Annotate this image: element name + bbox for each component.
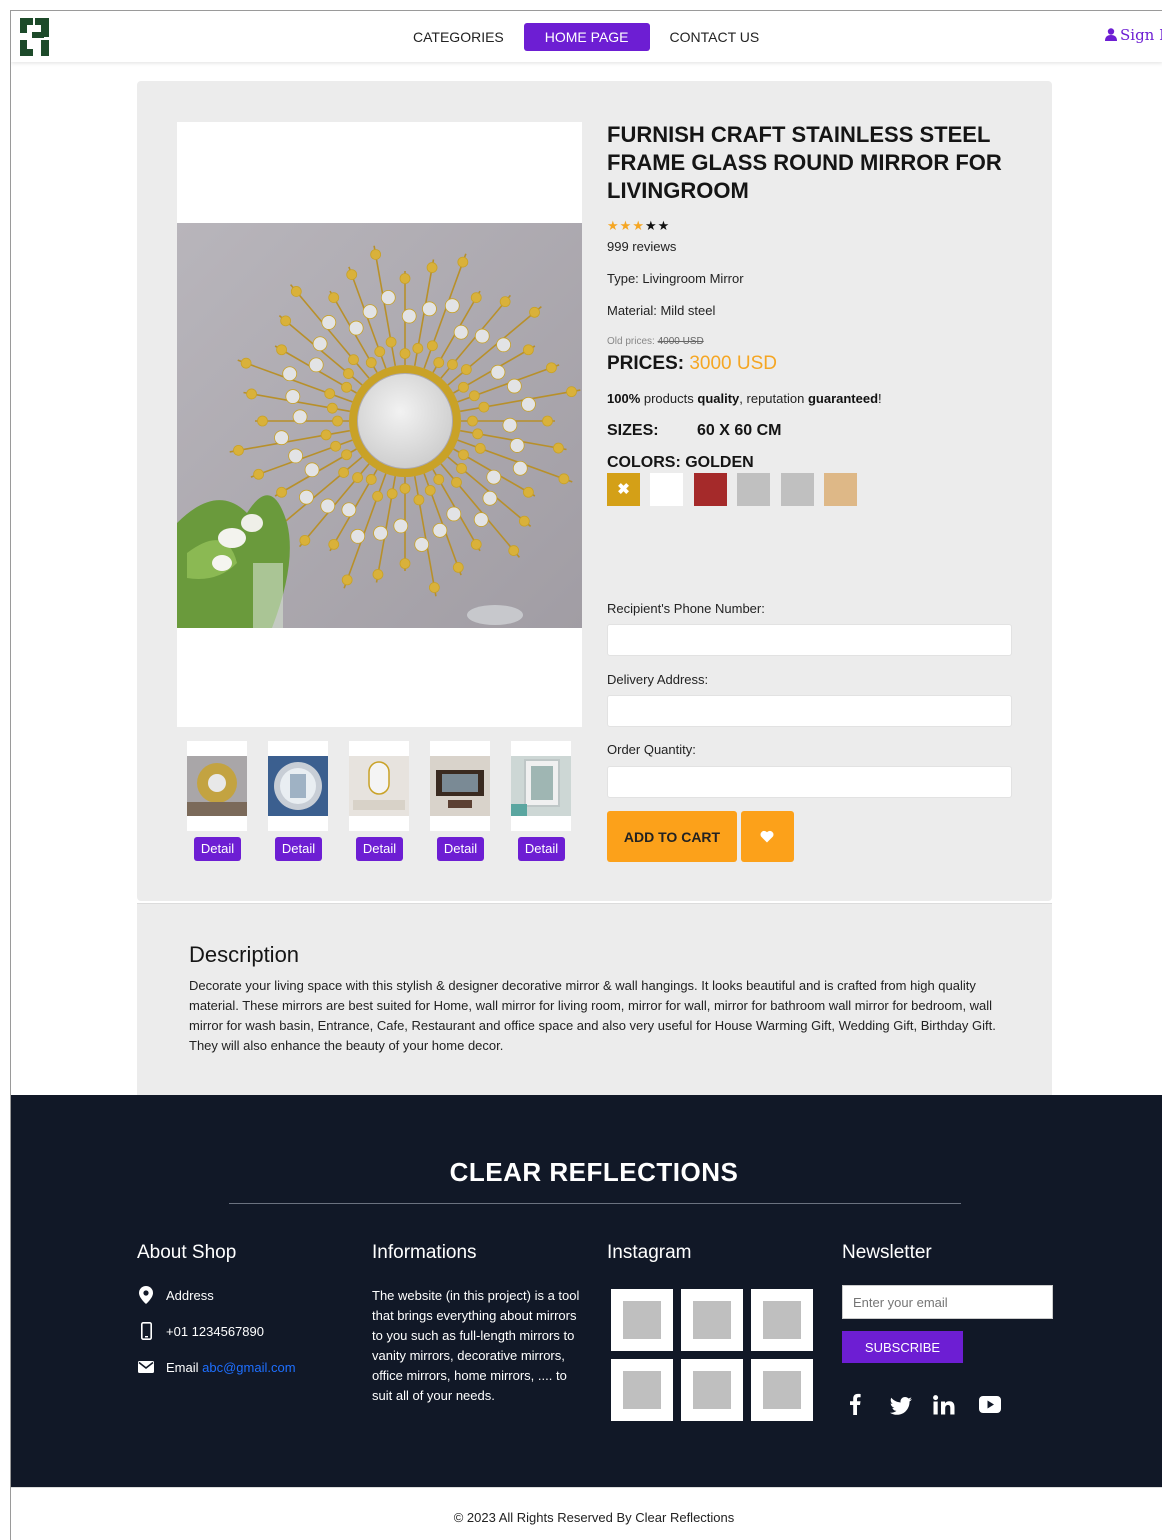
add-to-cart-button[interactable]: ADD TO CART xyxy=(607,811,737,862)
address-input[interactable] xyxy=(607,695,1012,727)
color-swatch-3[interactable] xyxy=(694,473,727,506)
newsletter-heading: Newsletter xyxy=(842,1242,932,1263)
nav-categories[interactable]: CATEGORIES xyxy=(403,23,514,51)
color-swatch-5[interactable] xyxy=(781,473,814,506)
page-frame: CATEGORIES HOME PAGE CONTACT US Sign In xyxy=(10,10,1162,1540)
price-label: PRICES: xyxy=(607,353,685,374)
product-type: Type: Livingroom Mirror xyxy=(607,271,744,286)
heart-icon xyxy=(760,830,774,843)
user-icon xyxy=(1105,28,1117,41)
main-nav: CATEGORIES HOME PAGE CONTACT US xyxy=(403,23,769,51)
instagram-photo[interactable] xyxy=(751,1359,813,1421)
price-value: 3000 USD xyxy=(689,353,778,374)
linkedin-icon[interactable] xyxy=(933,1395,957,1415)
phone-text: +01 1234567890 xyxy=(166,1324,264,1339)
thumbnail-2[interactable] xyxy=(268,741,328,831)
color-swatch-1[interactable]: ✖ xyxy=(607,473,640,506)
old-price: Old prices: 4000 USD xyxy=(607,336,704,347)
description-heading: Description xyxy=(189,942,300,967)
star-icon: ★ xyxy=(657,218,671,233)
star-icon: ★ xyxy=(632,218,645,233)
email-link[interactable]: abc@gmail.com xyxy=(202,1360,295,1375)
quality-guaranteed: guaranteed xyxy=(807,391,879,406)
sign-in-label: Sign In xyxy=(1120,26,1162,44)
reviews-count: 999 reviews xyxy=(607,239,677,254)
footer-divider xyxy=(229,1203,961,1204)
quantity-input[interactable] xyxy=(607,766,1012,798)
phone-input[interactable] xyxy=(607,624,1012,656)
detail-button-3[interactable]: Detail xyxy=(356,837,403,861)
sizes: SIZES: 60 X 60 CM xyxy=(607,422,781,440)
product-material: Material: Mild steel xyxy=(607,303,716,318)
color-swatch-2[interactable] xyxy=(650,473,683,506)
quality-text-1: products xyxy=(643,391,694,406)
instagram-photo[interactable] xyxy=(681,1289,743,1351)
star-icon: ★ xyxy=(644,218,658,233)
price: PRICES: 3000 USD xyxy=(607,353,777,375)
detail-button-1[interactable]: Detail xyxy=(194,837,241,861)
informations-heading: Informations xyxy=(372,1242,477,1263)
top-header: CATEGORIES HOME PAGE CONTACT US Sign In xyxy=(11,11,1162,62)
envelope-icon xyxy=(138,1361,154,1373)
star-icon: ★ xyxy=(607,218,620,233)
phone-label: Recipient's Phone Number: xyxy=(607,601,765,616)
description-text: Decorate your living space with this sty… xyxy=(189,978,996,1053)
facebook-icon[interactable] xyxy=(849,1393,861,1415)
thumbnail-1[interactable] xyxy=(187,741,247,831)
quality-percent: 100% xyxy=(607,391,641,406)
phone-item: +01 1234567890 xyxy=(141,1322,264,1340)
old-price-value: 4000 USD xyxy=(657,336,704,347)
site-footer: CLEAR REFLECTIONS About Shop Address +01… xyxy=(11,1095,1162,1487)
address-item: Address xyxy=(139,1286,214,1304)
quality-bang: ! xyxy=(878,391,882,406)
subscribe-button[interactable]: SUBSCRIBE xyxy=(842,1331,963,1363)
email-item: Email abc@gmail.com xyxy=(138,1360,296,1375)
nav-home-page[interactable]: HOME PAGE xyxy=(523,23,650,51)
sizes-label: SIZES: xyxy=(607,422,659,439)
instagram-photo[interactable] xyxy=(751,1289,813,1351)
instagram-photo[interactable] xyxy=(681,1359,743,1421)
rating-stars: ★★★★★ xyxy=(607,218,670,234)
newsletter-email-input[interactable] xyxy=(842,1285,1053,1319)
instagram-photo[interactable] xyxy=(611,1289,673,1351)
location-pin-icon xyxy=(139,1286,153,1304)
sunburst-mirror-illustration xyxy=(177,223,582,628)
colors-label: COLORS: GOLDEN xyxy=(607,454,754,471)
color-swatch-6[interactable] xyxy=(824,473,857,506)
instagram-photo[interactable] xyxy=(611,1359,673,1421)
detail-button-5[interactable]: Detail xyxy=(518,837,565,861)
star-icon: ★ xyxy=(619,218,633,233)
quality-statement: 100% products quality, reputation guaran… xyxy=(607,391,882,406)
selected-check-icon: ✖ xyxy=(617,481,630,498)
address-text: Address xyxy=(166,1288,214,1303)
site-logo[interactable] xyxy=(18,16,52,58)
detail-button-4[interactable]: Detail xyxy=(437,837,484,861)
color-swatch-4[interactable] xyxy=(737,473,770,506)
address-label: Delivery Address: xyxy=(607,672,709,687)
youtube-icon[interactable] xyxy=(979,1396,1001,1413)
nav-contact-us[interactable]: CONTACT US xyxy=(660,23,770,51)
quality-word: quality xyxy=(697,391,740,406)
main-product-image[interactable] xyxy=(177,223,582,628)
old-price-label: Old prices: xyxy=(607,336,655,347)
instagram-heading: Instagram xyxy=(607,1242,692,1263)
copyright-text: © 2023 All Rights Reserved By Clear Refl… xyxy=(453,1510,735,1525)
twitter-icon[interactable] xyxy=(890,1397,912,1415)
email-label: Email xyxy=(166,1360,199,1375)
quantity-label: Order Quantity: xyxy=(607,742,696,757)
sizes-value: 60 X 60 CM xyxy=(697,422,782,439)
mobile-phone-icon xyxy=(141,1322,152,1340)
sign-in-link[interactable]: Sign In xyxy=(1105,26,1162,44)
informations-text: The website (in this project) is a tool … xyxy=(372,1288,580,1403)
footer-brand: CLEAR REFLECTIONS xyxy=(449,1157,739,1187)
product-title: FURNISH CRAFT STAINLESS STEEL FRAME GLAS… xyxy=(607,122,1002,203)
thumbnail-5[interactable] xyxy=(511,741,571,831)
about-heading: About Shop xyxy=(137,1242,237,1263)
wishlist-button[interactable] xyxy=(741,811,794,862)
detail-button-2[interactable]: Detail xyxy=(275,837,322,861)
quality-text-2: , reputation xyxy=(739,391,805,406)
thumbnail-3[interactable] xyxy=(349,741,409,831)
thumbnail-4[interactable] xyxy=(430,741,490,831)
